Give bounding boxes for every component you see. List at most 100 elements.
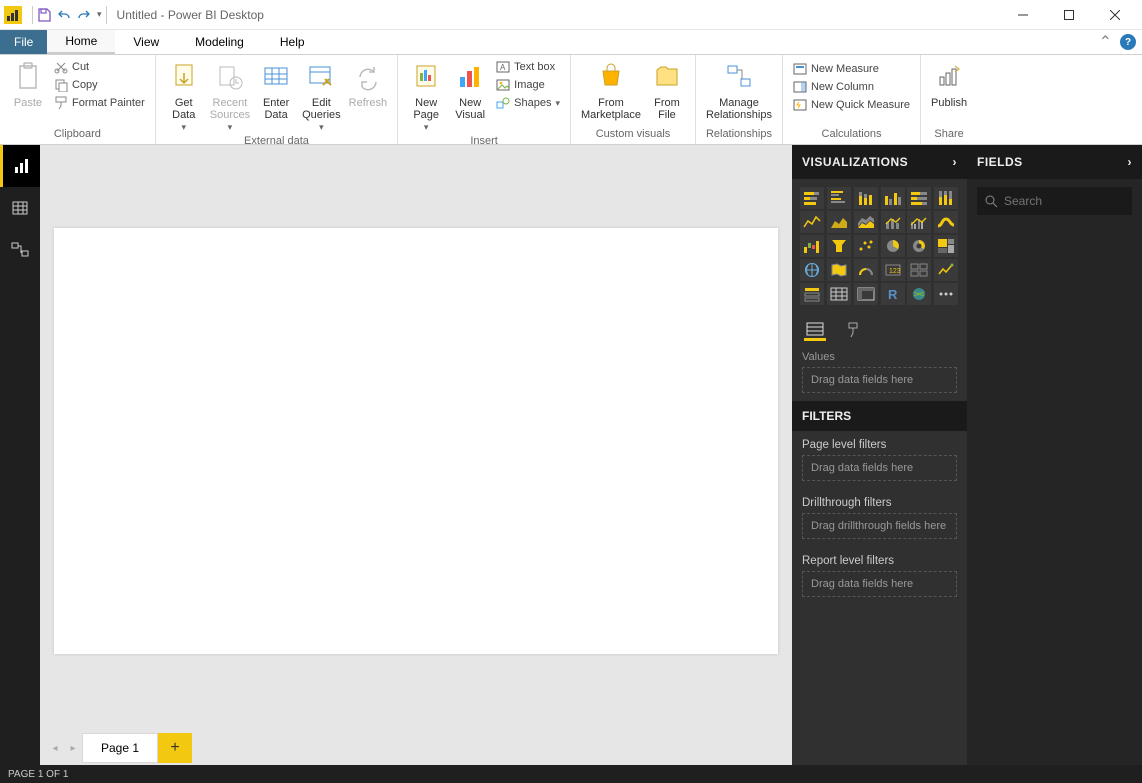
page-filters-drop[interactable]: Drag data fields here (802, 455, 957, 481)
custom-visuals-group-label: Custom visuals (577, 128, 689, 142)
chevron-right-icon: › (1128, 155, 1133, 169)
report-view-button[interactable] (0, 145, 40, 187)
recent-sources-icon (214, 61, 246, 93)
help-tab[interactable]: Help (262, 30, 323, 54)
modeling-tab[interactable]: Modeling (177, 30, 262, 54)
viz-slicer-icon[interactable] (800, 283, 824, 305)
image-icon (496, 78, 510, 92)
ribbon: Paste Cut Copy Format Painter Clipboard … (0, 55, 1142, 145)
drill-filters-drop[interactable]: Drag drillthrough fields here (802, 513, 957, 539)
viz-stacked-bar-100-icon[interactable] (907, 187, 931, 209)
viz-donut-icon[interactable] (907, 235, 931, 257)
viz-stacked-column-icon[interactable] (854, 187, 878, 209)
publish-button[interactable]: Publish (927, 57, 971, 111)
values-drop-zone[interactable]: Drag data fields here (802, 367, 957, 393)
viz-multi-card-icon[interactable] (907, 259, 931, 281)
redo-icon[interactable] (77, 8, 91, 22)
viz-clustered-column-icon[interactable] (881, 187, 905, 209)
page-next-button[interactable]: ▸ (64, 734, 82, 762)
get-data-button[interactable]: Get Data (162, 57, 206, 135)
viz-waterfall-icon[interactable] (800, 235, 824, 257)
viz-r-visual-icon[interactable]: R (881, 283, 905, 305)
viz-globe-icon[interactable] (907, 283, 931, 305)
page-prev-button[interactable]: ◂ (46, 734, 64, 762)
viz-line-column-icon[interactable] (881, 211, 905, 233)
cut-icon (54, 60, 68, 74)
viz-card-icon[interactable]: 123 (881, 259, 905, 281)
viz-stacked-area-icon[interactable] (854, 211, 878, 233)
viz-line-icon[interactable] (800, 211, 824, 233)
edit-queries-button[interactable]: Edit Queries (298, 57, 345, 135)
viz-map-icon[interactable] (800, 259, 824, 281)
viz-kpi-icon[interactable] (934, 259, 958, 281)
home-tab[interactable]: Home (47, 30, 115, 54)
filters-header[interactable]: FILTERS (792, 401, 967, 431)
copy-button[interactable]: Copy (52, 77, 147, 93)
fields-tool-tab[interactable] (804, 319, 826, 341)
help-icon[interactable]: ? (1120, 34, 1136, 50)
viz-filled-map-icon[interactable] (827, 259, 851, 281)
viz-table-icon[interactable] (827, 283, 851, 305)
qat-dropdown-icon[interactable]: ▾ (97, 9, 102, 20)
recent-sources-button[interactable]: Recent Sources (206, 57, 254, 135)
canvas-wrap: ◂ ▸ Page 1 + (40, 145, 792, 765)
viz-stacked-bar-icon[interactable] (800, 187, 824, 209)
new-quick-measure-button[interactable]: New Quick Measure (791, 97, 912, 113)
image-button[interactable]: Image (494, 77, 562, 93)
maximize-button[interactable] (1046, 0, 1092, 30)
new-column-button[interactable]: New Column (791, 79, 912, 95)
close-button[interactable] (1092, 0, 1138, 30)
report-canvas[interactable] (54, 228, 778, 654)
canvas-area[interactable] (40, 145, 792, 731)
viz-ribbon-icon[interactable] (934, 211, 958, 233)
collapse-ribbon-icon[interactable]: ⌃ (1099, 32, 1112, 52)
minimize-button[interactable] (1000, 0, 1046, 30)
model-view-icon (11, 241, 29, 259)
new-page-button[interactable]: New Page (404, 57, 448, 135)
viz-treemap-icon[interactable] (934, 235, 958, 257)
model-view-button[interactable] (0, 229, 40, 271)
viz-matrix-icon[interactable] (854, 283, 878, 305)
search-icon (985, 195, 998, 208)
from-marketplace-button[interactable]: From Marketplace (577, 57, 645, 123)
report-filters-drop[interactable]: Drag data fields here (802, 571, 957, 597)
viz-stacked-column-100-icon[interactable] (934, 187, 958, 209)
viz-line-clustered-icon[interactable] (907, 211, 931, 233)
new-measure-button[interactable]: New Measure (791, 61, 912, 77)
shapes-button[interactable]: Shapes (494, 95, 562, 111)
drill-filters-label: Drillthrough filters (792, 489, 967, 513)
format-tool-tab[interactable] (842, 319, 864, 341)
quick-measure-icon (793, 98, 807, 112)
format-painter-button[interactable]: Format Painter (52, 95, 147, 111)
viz-gallery: 123R (792, 179, 967, 313)
refresh-button[interactable]: Refresh (345, 57, 392, 111)
visualizations-header[interactable]: VISUALIZATIONS › (792, 145, 967, 179)
marketplace-icon (595, 61, 627, 93)
share-group-label: Share (927, 128, 971, 142)
viz-funnel-icon[interactable] (827, 235, 851, 257)
add-page-button[interactable]: + (158, 733, 192, 763)
undo-icon[interactable] (57, 8, 71, 22)
text-box-button[interactable]: AText box (494, 59, 562, 75)
save-icon[interactable] (37, 8, 51, 22)
fields-header[interactable]: FIELDS › (967, 145, 1142, 179)
data-view-button[interactable] (0, 187, 40, 229)
viz-scatter-icon[interactable] (854, 235, 878, 257)
new-visual-button[interactable]: New Visual (448, 57, 492, 123)
viz-area-icon[interactable] (827, 211, 851, 233)
viz-gauge-icon[interactable] (854, 259, 878, 281)
cut-button[interactable]: Cut (52, 59, 147, 75)
file-tab[interactable]: File (0, 30, 47, 54)
from-file-button[interactable]: From File (645, 57, 689, 123)
viz-more-icon[interactable] (934, 283, 958, 305)
viz-pie-icon[interactable] (881, 235, 905, 257)
page-tabs: ◂ ▸ Page 1 + (40, 731, 792, 765)
fields-search[interactable] (977, 187, 1132, 215)
manage-relationships-button[interactable]: Manage Relationships (702, 57, 776, 123)
view-tab[interactable]: View (115, 30, 177, 54)
page-tab-1[interactable]: Page 1 (82, 733, 158, 763)
search-input[interactable] (1004, 194, 1142, 208)
enter-data-button[interactable]: Enter Data (254, 57, 298, 123)
paste-button[interactable]: Paste (6, 57, 50, 111)
viz-clustered-bar-icon[interactable] (827, 187, 851, 209)
